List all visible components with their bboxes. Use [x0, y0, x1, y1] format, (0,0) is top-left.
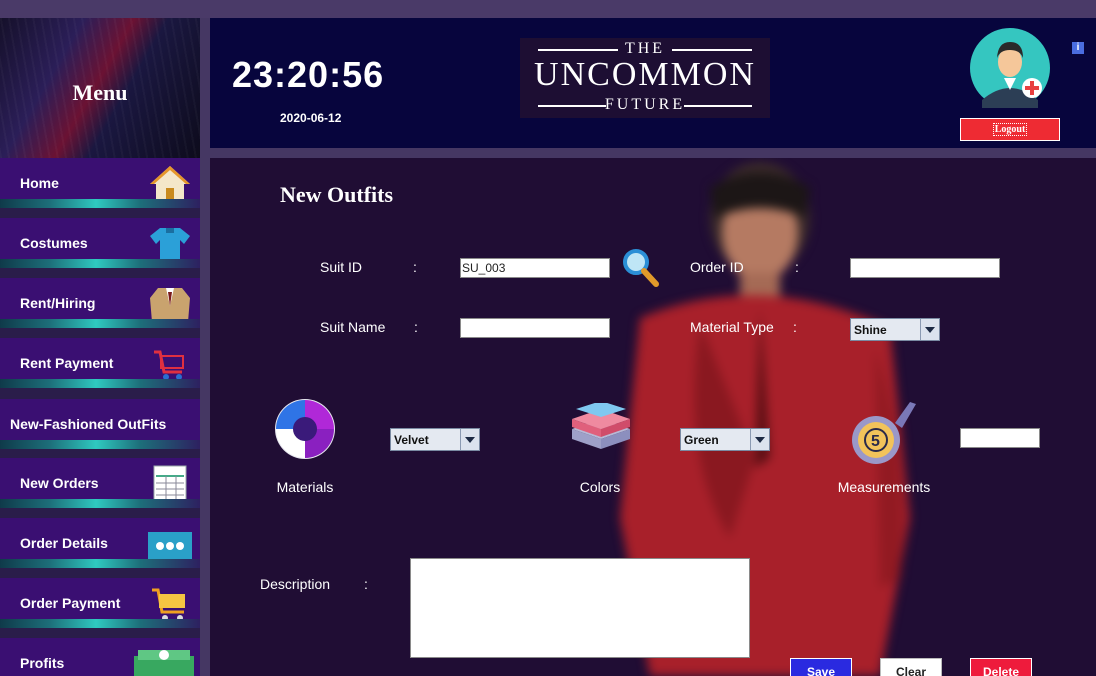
material-type-select[interactable]: Shine	[850, 318, 940, 341]
logo-bottom-text: FUTURE	[604, 96, 686, 113]
suit-name-label: Suit Name	[320, 319, 386, 335]
order-id-label: Order ID	[690, 259, 744, 275]
sidebar-item-divider	[0, 379, 200, 388]
window-top-strip	[0, 0, 1096, 18]
clock-date: 2020-06-12	[280, 111, 342, 125]
sidebar-item-order-details[interactable]: Order Details	[0, 518, 200, 568]
sidebar-item-costumes[interactable]: Costumes	[0, 218, 200, 268]
materials-select[interactable]: Velvet	[390, 428, 480, 451]
more-dots-icon	[148, 532, 192, 560]
menu-title: Menu	[72, 80, 128, 105]
colon: :	[364, 576, 368, 592]
menu-header: Menu	[0, 18, 200, 158]
suit-id-label: Suit ID	[320, 259, 363, 275]
material-type-value: Shine	[854, 323, 887, 337]
measurements-input[interactable]	[960, 428, 1040, 448]
svg-text:5: 5	[871, 433, 880, 450]
chevron-down-icon[interactable]	[750, 429, 769, 450]
suit-icon	[150, 288, 190, 322]
colors-caption: Colors	[579, 479, 621, 495]
sidebar-item-new-orders[interactable]: New Orders	[0, 458, 200, 508]
sidebar-item-divider	[0, 259, 200, 268]
logout-label: Logout	[992, 123, 1028, 136]
sidebar-item-divider	[0, 319, 200, 328]
material-type-label: Material Type	[690, 319, 774, 335]
sidebar-item-label: Rent Payment	[20, 355, 114, 371]
sidebar-item-label: Order Details	[20, 535, 108, 551]
save-button[interactable]: Save	[790, 658, 852, 676]
sidebar-item-divider	[0, 499, 200, 508]
shirt-icon	[150, 228, 190, 262]
description-textarea[interactable]	[410, 558, 750, 658]
sidebar-item-divider	[0, 199, 200, 208]
suit-id-input[interactable]: SU_003	[460, 258, 610, 278]
description-label: Description	[260, 576, 331, 592]
colon: :	[414, 319, 418, 335]
home-icon	[150, 166, 190, 202]
colors-value: Green	[684, 433, 719, 447]
sidebar-item-profits[interactable]: Profits	[0, 638, 200, 676]
delete-button[interactable]: Delete	[970, 658, 1032, 676]
colon: :	[795, 259, 799, 275]
spreadsheet-icon	[153, 465, 187, 504]
clock-time: 23:20:56	[232, 54, 385, 95]
materials-icon	[275, 399, 335, 459]
sidebar: Menu Home Costumes Rent/Hiring Rent Paym…	[0, 18, 200, 676]
colon: :	[413, 259, 417, 275]
avatar[interactable]	[970, 28, 1050, 108]
order-id-input[interactable]	[850, 258, 1000, 278]
cart-icon	[154, 350, 184, 380]
colors-icon	[572, 403, 630, 449]
sidebar-item-label: New Orders	[20, 475, 99, 491]
shopping-cart-icon	[152, 588, 185, 621]
sidebar-item-label: Profits	[20, 655, 65, 671]
measuring-tape-icon: 5	[852, 402, 916, 464]
materials-value: Velvet	[394, 433, 429, 447]
brand-logo: THE UNCOMMON FUTURE	[520, 38, 770, 118]
sidebar-item-home[interactable]: Home	[0, 158, 200, 208]
sidebar-item-rent-payment[interactable]: Rent Payment	[0, 338, 200, 388]
sidebar-item-label: Home	[20, 175, 59, 191]
sidebar-item-divider	[0, 440, 200, 449]
money-stack-icon	[134, 650, 194, 676]
sidebar-item-rent-hiring[interactable]: Rent/Hiring	[0, 278, 200, 328]
sidebar-item-label: Order Payment	[20, 595, 121, 611]
search-icon[interactable]	[620, 246, 660, 288]
sidebar-item-label: Costumes	[20, 235, 88, 251]
logo-main-text: UNCOMMON	[534, 56, 756, 93]
sidebar-item-label: New-Fashioned OutFits	[10, 416, 167, 432]
logout-button[interactable]: Logout	[960, 118, 1060, 141]
sidebar-item-divider	[0, 619, 200, 628]
materials-caption: Materials	[276, 479, 334, 495]
info-icon[interactable]: i	[1072, 42, 1084, 54]
header-bar: 23:20:56 2020-06-12 THE UNCOMMON FUTURE …	[210, 18, 1096, 148]
suit-name-input[interactable]	[460, 318, 610, 338]
colors-select[interactable]: Green	[680, 428, 770, 451]
measurements-caption: Measurements	[837, 479, 931, 495]
colon: :	[793, 319, 797, 335]
chevron-down-icon[interactable]	[920, 319, 939, 340]
main-panel: New Outfits Suit ID : SU_003 Order ID : …	[210, 158, 1096, 676]
sidebar-item-new-fashioned-outfits[interactable]: New-Fashioned OutFits	[0, 399, 200, 449]
sidebar-item-order-payment[interactable]: Order Payment	[0, 578, 200, 628]
clear-button[interactable]: Clear	[880, 658, 942, 676]
chevron-down-icon[interactable]	[460, 429, 479, 450]
sidebar-item-label: Rent/Hiring	[20, 295, 96, 311]
page-title: New Outfits	[280, 182, 394, 207]
sidebar-item-divider	[0, 559, 200, 568]
